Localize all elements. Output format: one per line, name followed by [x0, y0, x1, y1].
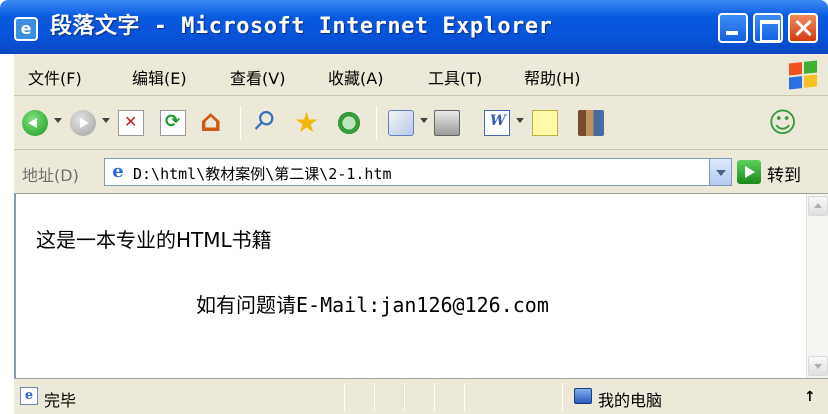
status-divider — [344, 383, 345, 411]
menu-favorites[interactable]: 收藏(A) — [328, 65, 383, 89]
windows-logo-icon — [789, 60, 817, 90]
media-icon[interactable] — [336, 110, 362, 136]
menu-bar: 文件(F) 编辑(E) 查看(V) 收藏(A) 工具(T) 帮助(H) — [14, 54, 828, 96]
address-input[interactable]: e D:\html\教材案例\第二课\2-1.htm — [104, 158, 732, 186]
mail-icon[interactable] — [388, 110, 414, 136]
forward-icon[interactable] — [70, 110, 96, 136]
menu-file[interactable]: 文件(F) — [28, 65, 82, 89]
ie-icon[interactable]: e — [14, 17, 38, 41]
status-divider — [562, 383, 563, 411]
menu-view[interactable]: 查看(V) — [230, 65, 285, 89]
back-icon[interactable] — [22, 110, 48, 136]
go-arrow-icon[interactable] — [737, 160, 761, 184]
vertical-scrollbar[interactable] — [806, 194, 828, 378]
messenger-icon[interactable] — [768, 106, 797, 139]
menu-edit[interactable]: 编辑(E) — [132, 65, 187, 89]
status-divider — [404, 383, 405, 411]
home-icon[interactable] — [200, 104, 226, 139]
title-bar[interactable]: e 段落文字 - Microsoft Internet Explorer — [0, 0, 828, 54]
page-content: 这是一本专业的HTML书籍 如有问题请E-Mail:jan126@126.com — [14, 194, 828, 378]
favorites-icon[interactable] — [294, 106, 320, 139]
resize-grip-icon[interactable] — [804, 389, 816, 407]
word-dropdown-icon[interactable] — [516, 118, 524, 123]
content-heading: 这是一本专业的HTML书籍 — [36, 228, 272, 252]
menu-help[interactable]: 帮助(H) — [524, 65, 581, 89]
stop-icon[interactable] — [118, 110, 144, 136]
status-divider — [374, 383, 375, 411]
page-status-icon: e — [20, 387, 38, 405]
go-button[interactable]: 转到 — [737, 158, 823, 186]
status-bar: e 完毕 我的电脑 — [14, 378, 828, 414]
print-icon[interactable] — [434, 110, 460, 136]
maximize-button[interactable] — [753, 13, 783, 43]
search-icon[interactable] — [252, 110, 278, 136]
refresh-icon[interactable] — [160, 110, 186, 136]
toolbar-separator — [376, 106, 377, 140]
computer-icon — [574, 388, 592, 404]
status-divider — [434, 383, 435, 411]
go-label[interactable]: 转到 — [767, 161, 801, 186]
mail-dropdown-icon[interactable] — [420, 118, 428, 123]
back-dropdown-icon[interactable] — [54, 118, 62, 123]
window-title: 段落文字 - Microsoft Internet Explorer — [50, 14, 553, 39]
menu-tools[interactable]: 工具(T) — [428, 65, 482, 89]
page-icon: e — [112, 161, 124, 182]
word-icon[interactable] — [484, 110, 510, 136]
content-contact: 如有问题请E-Mail:jan126@126.com — [196, 293, 549, 317]
address-dropdown-icon[interactable] — [709, 159, 731, 185]
status-divider — [464, 383, 465, 411]
research-icon[interactable] — [578, 110, 604, 136]
scroll-up-icon[interactable] — [808, 196, 828, 216]
address-label: 地址(D) — [22, 166, 79, 185]
security-zone: 我的电脑 — [598, 391, 663, 410]
forward-dropdown-icon[interactable] — [102, 118, 110, 123]
note-icon[interactable] — [532, 110, 558, 136]
close-button[interactable] — [788, 13, 818, 43]
toolbar — [14, 96, 828, 150]
address-url[interactable]: D:\html\教材案例\第二课\2-1.htm — [133, 163, 392, 184]
address-bar: 地址(D) e D:\html\教材案例\第二课\2-1.htm 转到 — [14, 150, 828, 194]
scroll-down-icon[interactable] — [808, 356, 828, 376]
toolbar-separator — [240, 106, 241, 140]
minimize-button[interactable] — [718, 13, 748, 43]
status-text: 完毕 — [44, 391, 77, 410]
